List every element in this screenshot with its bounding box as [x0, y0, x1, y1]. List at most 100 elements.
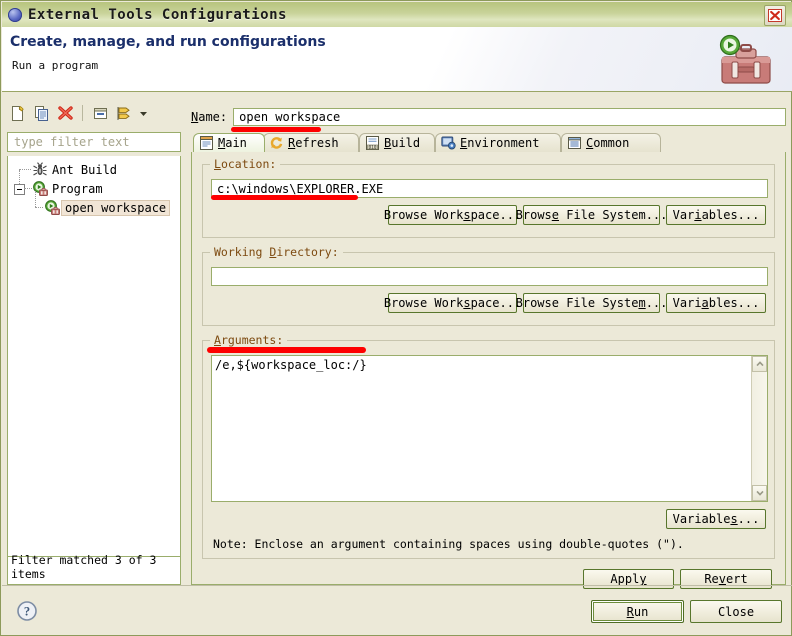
tree-expander-program[interactable]: [14, 184, 25, 195]
tree-item-ant-build[interactable]: Ant Build: [8, 160, 180, 179]
working-directory-browse-file-system-button[interactable]: Browse File System...: [516, 293, 667, 313]
window-title: External Tools Configurations: [28, 6, 287, 23]
configurations-tree[interactable]: Ant Build Program open workspace: [7, 156, 181, 557]
configuration-editor: Name: Main: [191, 100, 786, 589]
tab-label: Build: [384, 136, 421, 150]
button-label: Browse File System...: [515, 208, 668, 222]
page-title: Create, manage, and run configurations: [10, 34, 326, 50]
tab-label: Refresh: [288, 136, 339, 150]
delete-launch-configuration-button[interactable]: [55, 103, 75, 123]
arguments-textarea[interactable]: /e,${workspace_loc:/}: [211, 355, 768, 502]
name-row: Name:: [191, 108, 786, 126]
location-variables-button[interactable]: Variables...: [666, 205, 766, 225]
environment-tab-icon: [441, 136, 456, 150]
collapse-all-button[interactable]: [90, 103, 110, 123]
tab-build[interactable]: 010 Build: [359, 133, 435, 152]
toolbox-run-icon: [719, 34, 771, 84]
scroll-down-button[interactable]: [752, 485, 767, 501]
working-directory-group-label: Working Directory:: [210, 245, 343, 259]
working-directory-input[interactable]: [215, 268, 767, 285]
arguments-text: /e,${workspace_loc:/}: [215, 358, 367, 372]
toolbar-separator: [82, 105, 83, 121]
arguments-field-underline-annotation: [207, 347, 366, 353]
tab-label: Main: [218, 136, 247, 150]
run-button[interactable]: Run: [591, 600, 684, 623]
tab-strip: Main Refresh 010 Build Environment Commo…: [191, 133, 786, 153]
working-directory-group: Working Directory: Browse Workspace... B…: [202, 245, 775, 326]
arguments-group-label: Arguments:: [210, 333, 288, 347]
eclipse-globe-icon: [8, 7, 22, 22]
filter-launch-configurations-button[interactable]: [114, 103, 134, 123]
delete-icon: [57, 105, 73, 120]
dialog-footer: ? Run Close: [2, 585, 792, 636]
main-tab-icon: [199, 136, 214, 150]
working-directory-browse-workspace-button[interactable]: Browse Workspace...: [384, 293, 521, 313]
arguments-variables-button[interactable]: Variables...: [666, 509, 766, 529]
button-label: Run: [626, 604, 649, 619]
main-tab-panel: Location: Browse Workspace... Browse Fil…: [191, 152, 786, 589]
name-field[interactable]: [233, 108, 786, 126]
name-label: Name:: [191, 110, 228, 124]
tree-item-program[interactable]: Program: [8, 170, 180, 198]
svg-text:?: ?: [24, 605, 30, 619]
working-directory-field[interactable]: [211, 267, 768, 286]
location-group: Location: Browse Workspace... Browse Fil…: [202, 157, 775, 238]
external-tools-configurations-dialog: External Tools Configurations Create, ma…: [0, 0, 792, 636]
tab-environment[interactable]: Environment: [435, 133, 561, 152]
help-question-icon: ?: [17, 601, 37, 621]
tab-main[interactable]: Main: [193, 133, 265, 152]
common-tab-icon: [567, 136, 582, 150]
chevron-down-icon: [139, 111, 147, 116]
configurations-toolbar: [7, 100, 182, 126]
svg-text:010: 010: [369, 144, 377, 150]
button-label: Close: [717, 604, 755, 619]
program-icon: [44, 199, 61, 216]
tab-refresh[interactable]: Refresh: [263, 133, 359, 152]
filter-text-field[interactable]: [7, 132, 181, 152]
button-label: Variables...: [672, 208, 760, 222]
button-label: Browse File System...: [515, 296, 668, 310]
button-label: Variables...: [672, 512, 760, 526]
tree-item-label: open workspace: [61, 199, 171, 216]
tree-item-label: Program: [52, 181, 103, 196]
arguments-group: Arguments: /e,${workspace_loc:/} Variabl…: [202, 333, 775, 559]
filter-launch-configurations-icon: [117, 106, 130, 120]
close-window-button[interactable]: [764, 5, 786, 26]
location-browse-workspace-button[interactable]: Browse Workspace...: [384, 205, 521, 225]
build-tab-icon: 010: [365, 136, 380, 150]
scroll-up-button[interactable]: [752, 356, 767, 372]
button-label: Revert: [704, 572, 748, 586]
button-label: Browse Workspace...: [383, 208, 522, 222]
chevron-down-icon: [755, 490, 764, 496]
location-browse-file-system-button[interactable]: Browse File System...: [516, 205, 667, 225]
toolbar-menu-button[interactable]: [138, 104, 148, 122]
chevron-up-icon: [755, 361, 764, 367]
location-field-underline-annotation: [211, 195, 358, 200]
filter-input[interactable]: [12, 134, 180, 150]
tab-label: Environment: [460, 136, 540, 150]
help-button[interactable]: ?: [16, 600, 38, 622]
button-label: Variables...: [672, 296, 760, 310]
close-button[interactable]: Close: [690, 600, 782, 623]
arguments-scrollbar[interactable]: [751, 356, 767, 501]
name-input[interactable]: [237, 109, 785, 125]
tab-label: Common: [586, 136, 630, 150]
button-label: Apply: [610, 572, 647, 586]
page-subtitle: Run a program: [12, 59, 99, 72]
filter-status-text: Filter matched 3 of 3 items: [7, 553, 181, 585]
location-group-label: Location:: [210, 157, 281, 171]
tree-item-open-workspace[interactable]: open workspace: [8, 191, 180, 217]
collapse-all-icon: [93, 107, 107, 119]
tab-common[interactable]: Common: [561, 133, 661, 152]
name-field-underline-annotation: [231, 127, 321, 132]
refresh-tab-icon: [269, 136, 284, 150]
new-launch-configuration-icon: [11, 105, 24, 121]
working-directory-variables-button[interactable]: Variables...: [666, 293, 766, 313]
ant-build-icon: [32, 161, 49, 178]
button-label: Browse Workspace...: [383, 296, 522, 310]
duplicate-launch-configuration-icon: [34, 105, 48, 121]
title-bar: External Tools Configurations: [2, 2, 792, 27]
tree-item-label: Ant Build: [52, 162, 118, 177]
duplicate-launch-configuration-button[interactable]: [31, 103, 51, 123]
new-launch-configuration-button[interactable]: [7, 103, 27, 123]
